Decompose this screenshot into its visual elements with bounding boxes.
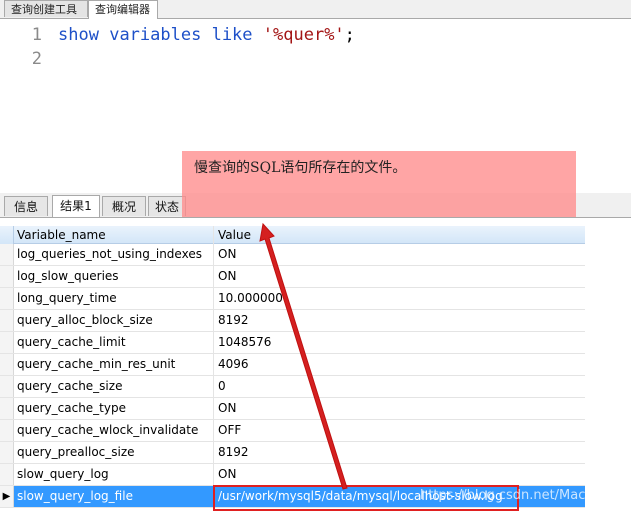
keyword-like: like <box>211 25 253 45</box>
row-indicator[interactable] <box>0 310 14 331</box>
tab-result-1[interactable]: 结果1 <box>52 195 100 217</box>
row-indicator-header <box>0 226 14 244</box>
row-indicator[interactable] <box>0 244 14 265</box>
table-row[interactable]: log_slow_queries ON <box>0 266 585 288</box>
column-header-value[interactable]: Value <box>215 226 585 244</box>
line-number-gutter: 1 2 <box>0 19 48 193</box>
table-row[interactable]: long_query_time 10.000000 <box>0 288 585 310</box>
cell-variable-name[interactable]: long_query_time <box>14 288 214 309</box>
editor-tab-bar: 查询创建工具 查询编辑器 <box>0 0 631 19</box>
cell-value[interactable]: 1048576 <box>215 332 585 353</box>
row-indicator[interactable] <box>0 376 14 397</box>
code-line-1[interactable]: show variables like '%quer%'; <box>58 25 355 45</box>
cell-variable-name[interactable]: query_cache_type <box>14 398 214 419</box>
row-indicator[interactable]: ▶ <box>0 486 14 507</box>
table-row[interactable]: query_cache_limit 1048576 <box>0 332 585 354</box>
cell-variable-name[interactable]: query_cache_limit <box>14 332 214 353</box>
column-header-variable-name[interactable]: Variable_name <box>14 226 214 244</box>
cell-variable-name[interactable]: query_cache_wlock_invalidate <box>14 420 214 441</box>
row-indicator[interactable] <box>0 266 14 287</box>
cell-value[interactable]: ON <box>215 244 585 265</box>
table-row[interactable]: query_cache_type ON <box>0 398 585 420</box>
row-indicator[interactable] <box>0 442 14 463</box>
cell-value[interactable]: ON <box>215 266 585 287</box>
cell-variable-name[interactable]: query_cache_size <box>14 376 214 397</box>
string-literal: '%quer%' <box>262 25 345 45</box>
row-indicator[interactable] <box>0 354 14 375</box>
cell-value[interactable]: 4096 <box>215 354 585 375</box>
table-row[interactable]: query_cache_wlock_invalidate OFF <box>0 420 585 442</box>
annotation-note: 慢查询的SQL语句所存在的文件。 <box>182 151 576 217</box>
result-grid[interactable]: Variable_name Value log_queries_not_usin… <box>0 226 585 508</box>
line-number: 1 <box>31 25 42 45</box>
table-row[interactable]: query_alloc_block_size 8192 <box>0 310 585 332</box>
cell-value[interactable]: 8192 <box>215 442 585 463</box>
tab-query-editor[interactable]: 查询编辑器 <box>88 0 158 19</box>
grid-header: Variable_name Value <box>0 226 585 244</box>
cell-value[interactable]: ON <box>215 398 585 419</box>
tab-profile[interactable]: 概况 <box>102 196 146 216</box>
cell-variable-name[interactable]: log_queries_not_using_indexes <box>14 244 214 265</box>
row-indicator[interactable] <box>0 332 14 353</box>
cell-variable-name[interactable]: log_slow_queries <box>14 266 214 287</box>
cell-variable-name[interactable]: query_prealloc_size <box>14 442 214 463</box>
table-row[interactable]: slow_query_log ON <box>0 464 585 486</box>
cell-variable-name[interactable]: slow_query_log_file <box>14 486 214 507</box>
row-indicator[interactable] <box>0 398 14 419</box>
line-number: 2 <box>31 49 42 69</box>
tab-query-builder[interactable]: 查询创建工具 <box>4 0 88 17</box>
table-row[interactable]: log_queries_not_using_indexes ON <box>0 244 585 266</box>
cell-variable-name[interactable]: slow_query_log <box>14 464 214 485</box>
cell-value[interactable]: 10.000000 <box>215 288 585 309</box>
cell-variable-name[interactable]: query_cache_min_res_unit <box>14 354 214 375</box>
cell-value[interactable]: 8192 <box>215 310 585 331</box>
tab-status[interactable]: 状态 <box>148 196 186 216</box>
cell-variable-name[interactable]: query_alloc_block_size <box>14 310 214 331</box>
watermark: https://blog.csdn.net/MacWx <box>420 488 606 503</box>
table-row[interactable]: query_cache_min_res_unit 4096 <box>0 354 585 376</box>
table-row[interactable]: query_cache_size 0 <box>0 376 585 398</box>
cell-value[interactable]: OFF <box>215 420 585 441</box>
row-indicator[interactable] <box>0 464 14 485</box>
cell-value[interactable]: 0 <box>215 376 585 397</box>
semicolon: ; <box>344 25 355 45</box>
tab-info[interactable]: 信息 <box>4 196 48 216</box>
cell-value[interactable]: ON <box>215 464 585 485</box>
keyword-variables: variables <box>109 25 202 45</box>
keyword-show: show <box>58 25 99 45</box>
row-indicator[interactable] <box>0 288 14 309</box>
table-row[interactable]: query_prealloc_size 8192 <box>0 442 585 464</box>
row-indicator[interactable] <box>0 420 14 441</box>
grid-body: log_queries_not_using_indexes ON log_slow_… <box>0 244 585 508</box>
